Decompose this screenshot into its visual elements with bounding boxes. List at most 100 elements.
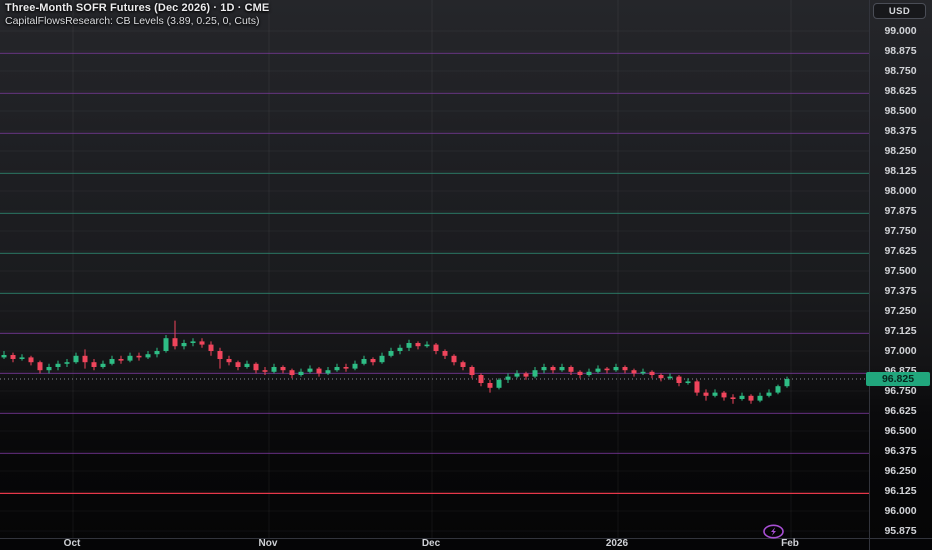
- candle-body: [55, 363, 61, 367]
- candle-body: [469, 367, 475, 375]
- time-axis[interactable]: Oct Nov Dec 2026 Feb: [0, 538, 869, 550]
- price-axis-label: 97.250: [884, 305, 917, 317]
- flash-event-icon[interactable]: [762, 524, 785, 539]
- candle-body: [640, 371, 646, 374]
- candle-body: [19, 357, 25, 359]
- candle-body: [136, 355, 142, 358]
- price-axis[interactable]: USD 99.000 98.875 98.750 98.625 98.500 98.375…: [866, 0, 932, 538]
- candle-body: [514, 373, 520, 377]
- candle-body: [487, 383, 493, 388]
- candle-body: [127, 355, 133, 361]
- candle-body: [253, 363, 259, 371]
- candle-body: [559, 367, 565, 371]
- price-axis-label: 96.750: [884, 385, 917, 397]
- candle-body: [721, 392, 727, 398]
- candle-body: [712, 392, 718, 396]
- candle-body: [631, 370, 637, 374]
- candle-body: [595, 368, 601, 372]
- price-axis-label: 96.125: [884, 485, 917, 497]
- time-axis-label: Oct: [63, 538, 81, 549]
- candle-body: [37, 362, 43, 371]
- candle-body: [91, 362, 97, 367]
- candle-body: [217, 351, 223, 359]
- candle-body: [82, 355, 88, 363]
- candle-body: [685, 381, 691, 383]
- candle-body: [613, 367, 619, 371]
- candle-body: [604, 368, 610, 371]
- candle-body: [1, 355, 7, 358]
- price-axis-label: 99.000: [884, 25, 917, 37]
- candle-body: [496, 379, 502, 388]
- candle-body: [622, 367, 628, 371]
- candle-body: [541, 367, 547, 371]
- candle-body: [550, 367, 556, 371]
- candle-body: [280, 367, 286, 371]
- candle-body: [433, 344, 439, 351]
- candle-body: [397, 347, 403, 351]
- candle-body: [379, 355, 385, 363]
- price-axis-label: 96.500: [884, 425, 917, 437]
- candle-body: [244, 363, 250, 367]
- candle-body: [163, 338, 169, 351]
- price-axis-label: 98.250: [884, 145, 917, 157]
- candle-body: [10, 355, 16, 359]
- candle-body: [235, 362, 241, 367]
- candle-body: [406, 343, 412, 348]
- candle-body: [100, 363, 106, 367]
- price-axis-label: 97.750: [884, 225, 917, 237]
- candle-body: [325, 370, 331, 374]
- candle-body: [451, 355, 457, 363]
- candle-body: [478, 375, 484, 383]
- candle-body: [172, 338, 178, 347]
- candle-body: [271, 367, 277, 372]
- candle-body: [757, 395, 763, 401]
- candle-body: [118, 359, 124, 361]
- candle-body: [190, 341, 196, 343]
- candle-body: [307, 368, 313, 372]
- price-axis-label: 98.875: [884, 45, 917, 57]
- price-axis-label: 98.625: [884, 85, 917, 97]
- candle-body: [343, 367, 349, 369]
- candle-body: [766, 392, 772, 396]
- candle-body: [316, 368, 322, 374]
- time-axis-label: 2026: [605, 538, 629, 549]
- candle-body: [586, 371, 592, 375]
- candle-body: [262, 370, 268, 372]
- currency-unit-button[interactable]: USD: [873, 3, 926, 19]
- price-axis-label: 97.375: [884, 285, 917, 297]
- candle-body: [730, 397, 736, 399]
- candle-body: [289, 370, 295, 375]
- candle-body: [694, 381, 700, 393]
- symbol-title[interactable]: Three-Month SOFR Futures (Dec 2026) · 1D…: [5, 2, 269, 15]
- candle-body: [46, 367, 52, 371]
- candle-body: [208, 344, 214, 351]
- price-axis-label: 98.750: [884, 65, 917, 77]
- candle-body: [28, 357, 34, 363]
- candle-body: [109, 359, 115, 364]
- candle-body: [676, 376, 682, 383]
- candle-body: [145, 354, 151, 358]
- candle-body: [784, 379, 790, 387]
- price-axis-label: 96.000: [884, 505, 917, 517]
- candle-body: [181, 343, 187, 347]
- price-axis-label: 95.875: [884, 525, 917, 537]
- trading-chart-window: Three-Month SOFR Futures (Dec 2026) · 1D…: [0, 0, 932, 550]
- price-axis-label: 98.500: [884, 105, 917, 117]
- price-axis-label: 98.375: [884, 125, 917, 137]
- time-axis-label: Dec: [421, 538, 441, 549]
- candle-body: [505, 376, 511, 380]
- candle-body: [568, 367, 574, 372]
- time-axis-label: Feb: [781, 538, 799, 549]
- candle-body: [226, 359, 232, 363]
- chart-pane[interactable]: [0, 0, 932, 550]
- price-axis-label: 98.000: [884, 185, 917, 197]
- candle-body: [667, 376, 673, 379]
- time-axis-label: Nov: [258, 538, 278, 549]
- candle-body: [73, 355, 79, 363]
- indicator-legend[interactable]: CapitalFlowsResearch: CB Levels (3.89, 0…: [5, 15, 269, 28]
- candle-body: [748, 395, 754, 401]
- price-axis-label: 97.500: [884, 265, 917, 277]
- candle-body: [649, 371, 655, 375]
- candle-body: [658, 375, 664, 379]
- price-axis-label: 98.125: [884, 165, 917, 177]
